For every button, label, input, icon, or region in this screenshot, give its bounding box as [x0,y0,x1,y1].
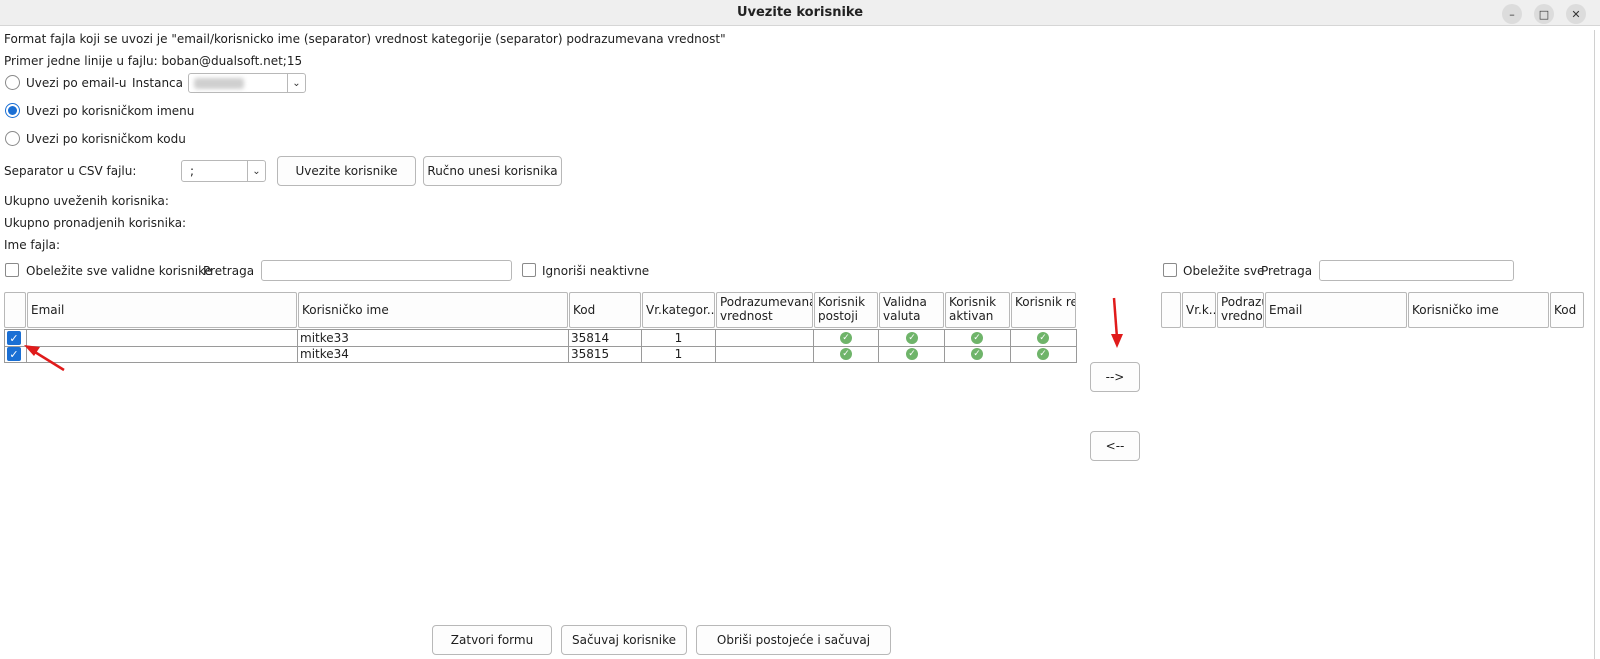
annotation-arrow-row [24,345,65,372]
red-arrow-icon [24,297,1123,372]
annotation-arrow-button [1111,297,1123,348]
